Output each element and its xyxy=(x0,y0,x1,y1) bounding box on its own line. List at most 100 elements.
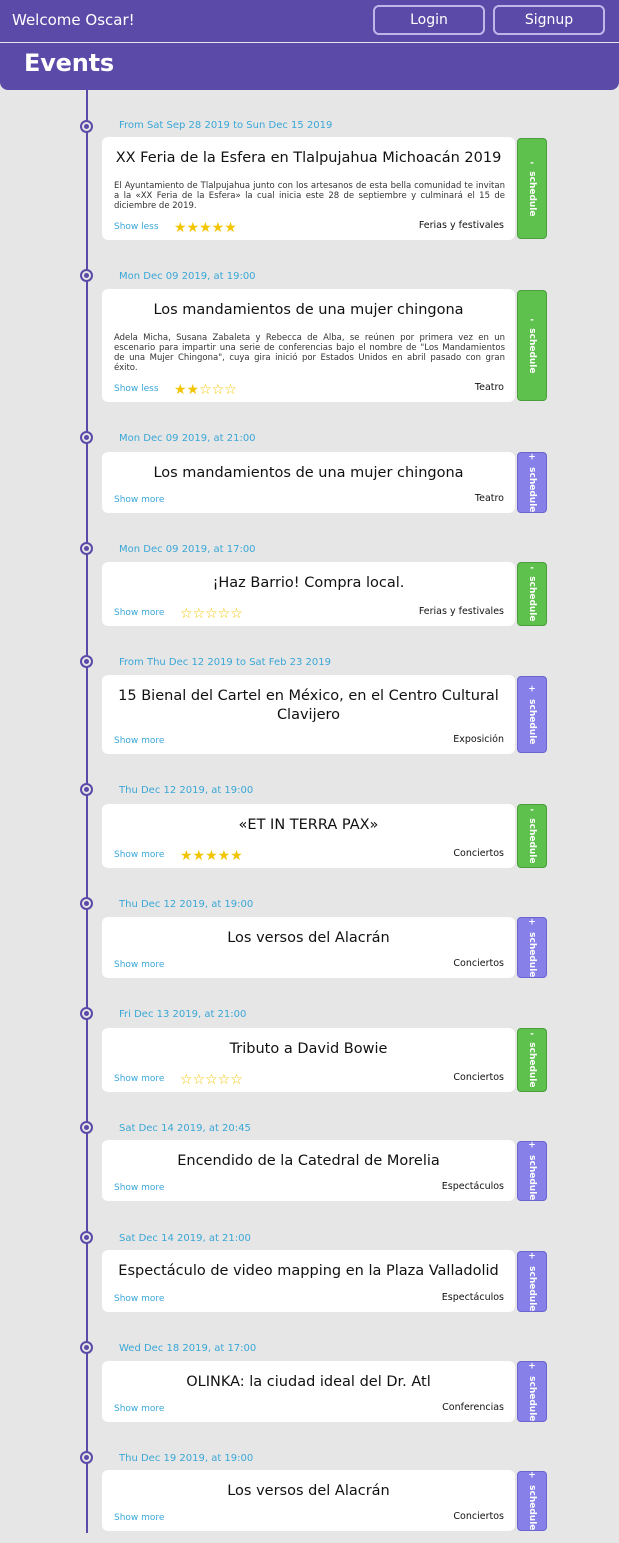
show-more-link[interactable]: Show more xyxy=(114,1294,164,1304)
show-more-link[interactable]: Show more xyxy=(114,1404,164,1414)
event-category: Teatro xyxy=(474,493,504,504)
events-header: Events xyxy=(0,43,619,90)
schedule-button[interactable]: + schedule xyxy=(517,452,547,513)
schedule-label: schedule xyxy=(527,698,537,744)
show-more-link[interactable]: Show more xyxy=(114,960,164,970)
schedule-label-group: + schedule xyxy=(527,1470,537,1531)
event-title: Los mandamientos de una mujer chingona xyxy=(153,465,464,481)
event-category: Conciertos xyxy=(453,1072,504,1083)
event-date: Mon Dec 09 2019, at 21:00 xyxy=(119,433,256,444)
unschedule-button[interactable]: - schedule xyxy=(517,804,547,868)
event-date: Mon Dec 09 2019, at 17:00 xyxy=(119,544,256,555)
unschedule-button[interactable]: - schedule xyxy=(517,138,547,239)
timeline-dot xyxy=(80,120,93,133)
minus-icon: - xyxy=(530,314,534,325)
schedule-button[interactable]: + schedule xyxy=(517,917,547,978)
event-title: ¡Haz Barrio! Compra local. xyxy=(212,575,405,591)
schedule-button[interactable]: + schedule xyxy=(517,1470,547,1531)
login-button[interactable]: Login xyxy=(373,5,485,35)
event-category: Conciertos xyxy=(453,848,504,859)
event-title: Tributo a David Bowie xyxy=(229,1041,388,1057)
show-less-link[interactable]: Show less xyxy=(114,384,159,394)
event-category: Ferias y festivales xyxy=(418,220,504,231)
timeline-dot xyxy=(80,783,93,796)
event-date: Thu Dec 12 2019, at 19:00 xyxy=(119,899,254,910)
event-card: Los mandamientos de una mujer chingona Sh… xyxy=(102,452,515,513)
rating-stars[interactable]: ★★★★★ xyxy=(180,848,243,864)
schedule-label-group: + schedule xyxy=(527,683,537,744)
event-category: Conciertos xyxy=(453,958,504,969)
unschedule-button[interactable]: - schedule xyxy=(517,1028,547,1092)
timeline-dot xyxy=(80,269,93,282)
schedule-label-group: + schedule xyxy=(527,1251,537,1311)
rating-stars[interactable]: ★★★★★ xyxy=(174,220,237,236)
event-date: From Thu Dec 12 2019 to Sat Feb 23 2019 xyxy=(119,657,332,668)
minus-icon: - xyxy=(530,1029,534,1040)
event-date: Thu Dec 12 2019, at 19:00 xyxy=(119,785,254,796)
event-title: OLINKA: la ciudad ideal del Dr. Atl xyxy=(186,1374,431,1390)
event-title: 15 Bienal del Cartel en México, en el Ce… xyxy=(118,688,499,723)
event-card: Los versos del Alacrán Show more Concierto… xyxy=(102,1470,515,1531)
show-more-link[interactable]: Show more xyxy=(114,1074,164,1084)
welcome-text: Welcome Oscar! xyxy=(12,11,135,29)
plus-icon: + xyxy=(528,1470,536,1481)
event-title: Espectáculo de video mapping en la Plaza… xyxy=(118,1263,499,1279)
event-date: Sat Dec 14 2019, at 20:45 xyxy=(119,1123,251,1134)
show-less-link[interactable]: Show less xyxy=(114,222,159,232)
show-more-link[interactable]: Show more xyxy=(114,736,164,746)
show-more-link[interactable]: Show more xyxy=(114,495,164,505)
schedule-button[interactable]: + schedule xyxy=(517,676,547,753)
minus-icon: - xyxy=(530,805,534,816)
timeline-dot xyxy=(80,1121,93,1134)
show-more-link[interactable]: Show more xyxy=(114,608,164,618)
event-title: Encendido de la Catedral de Morelia xyxy=(177,1153,440,1169)
event-card: Los versos del Alacrán Show more Concierto… xyxy=(102,917,515,978)
schedule-label: schedule xyxy=(527,1155,537,1201)
timeline-dot xyxy=(80,655,93,668)
event-category: Espectáculos xyxy=(441,1181,504,1192)
event-title: XX Feria de la Esfera en Tlalpujahua Mic… xyxy=(115,150,502,166)
event-category: Conferencias xyxy=(442,1402,504,1413)
event-card: Encendido de la Catedral de Morelia Show … xyxy=(102,1140,515,1201)
event-title: Los versos del Alacrán xyxy=(227,1483,390,1499)
schedule-label-group: + schedule xyxy=(527,1140,537,1201)
show-more-link[interactable]: Show more xyxy=(114,1513,164,1523)
rating-stars[interactable]: ★★☆☆☆ xyxy=(174,382,237,398)
event-card: 15 Bienal del Cartel en México, en el Ce… xyxy=(102,675,515,754)
rating-stars[interactable]: ☆☆☆☆☆ xyxy=(180,1072,243,1088)
show-more-link[interactable]: Show more xyxy=(114,1183,164,1193)
plus-icon: + xyxy=(528,683,536,694)
unschedule-button[interactable]: - schedule xyxy=(517,562,547,626)
schedule-label-group: - schedule xyxy=(527,563,537,621)
event-category: Exposición xyxy=(453,734,504,745)
signup-button[interactable]: Signup xyxy=(493,5,605,35)
schedule-label-group: - schedule xyxy=(527,805,537,863)
show-more-link[interactable]: Show more xyxy=(114,850,164,860)
schedule-label-group: + schedule xyxy=(527,916,537,977)
event-category: Ferias y festivales xyxy=(418,606,504,617)
timeline-dot xyxy=(80,431,93,444)
event-card: Los mandamientos de una mujer chingona Ad… xyxy=(102,289,515,402)
schedule-button[interactable]: + schedule xyxy=(517,1140,547,1201)
event-title: «ET IN TERRA PAX» xyxy=(238,817,379,833)
schedule-label: schedule xyxy=(527,1265,537,1311)
schedule-label: schedule xyxy=(527,1485,537,1531)
timeline-dot xyxy=(80,1341,93,1354)
timeline-dot xyxy=(80,1451,93,1464)
schedule-button[interactable]: + schedule xyxy=(517,1361,547,1422)
unschedule-button[interactable]: - schedule xyxy=(517,290,547,401)
event-date: From Sat Sep 28 2019 to Sun Dec 15 2019 xyxy=(119,120,333,131)
plus-icon: + xyxy=(528,451,536,462)
schedule-label-group: - schedule xyxy=(527,1029,537,1088)
schedule-label-group: - schedule xyxy=(527,314,537,373)
rating-stars[interactable]: ☆☆☆☆☆ xyxy=(180,606,243,622)
plus-icon: + xyxy=(528,916,536,927)
schedule-label-group: - schedule xyxy=(527,158,537,216)
event-title: Los mandamientos de una mujer chingona xyxy=(153,302,464,318)
schedule-label: schedule xyxy=(527,466,537,512)
schedule-label: schedule xyxy=(527,1042,537,1088)
minus-icon: - xyxy=(530,563,534,574)
schedule-button[interactable]: + schedule xyxy=(517,1251,547,1312)
timeline-dot xyxy=(80,1231,93,1244)
event-date: Mon Dec 09 2019, at 19:00 xyxy=(119,271,256,282)
